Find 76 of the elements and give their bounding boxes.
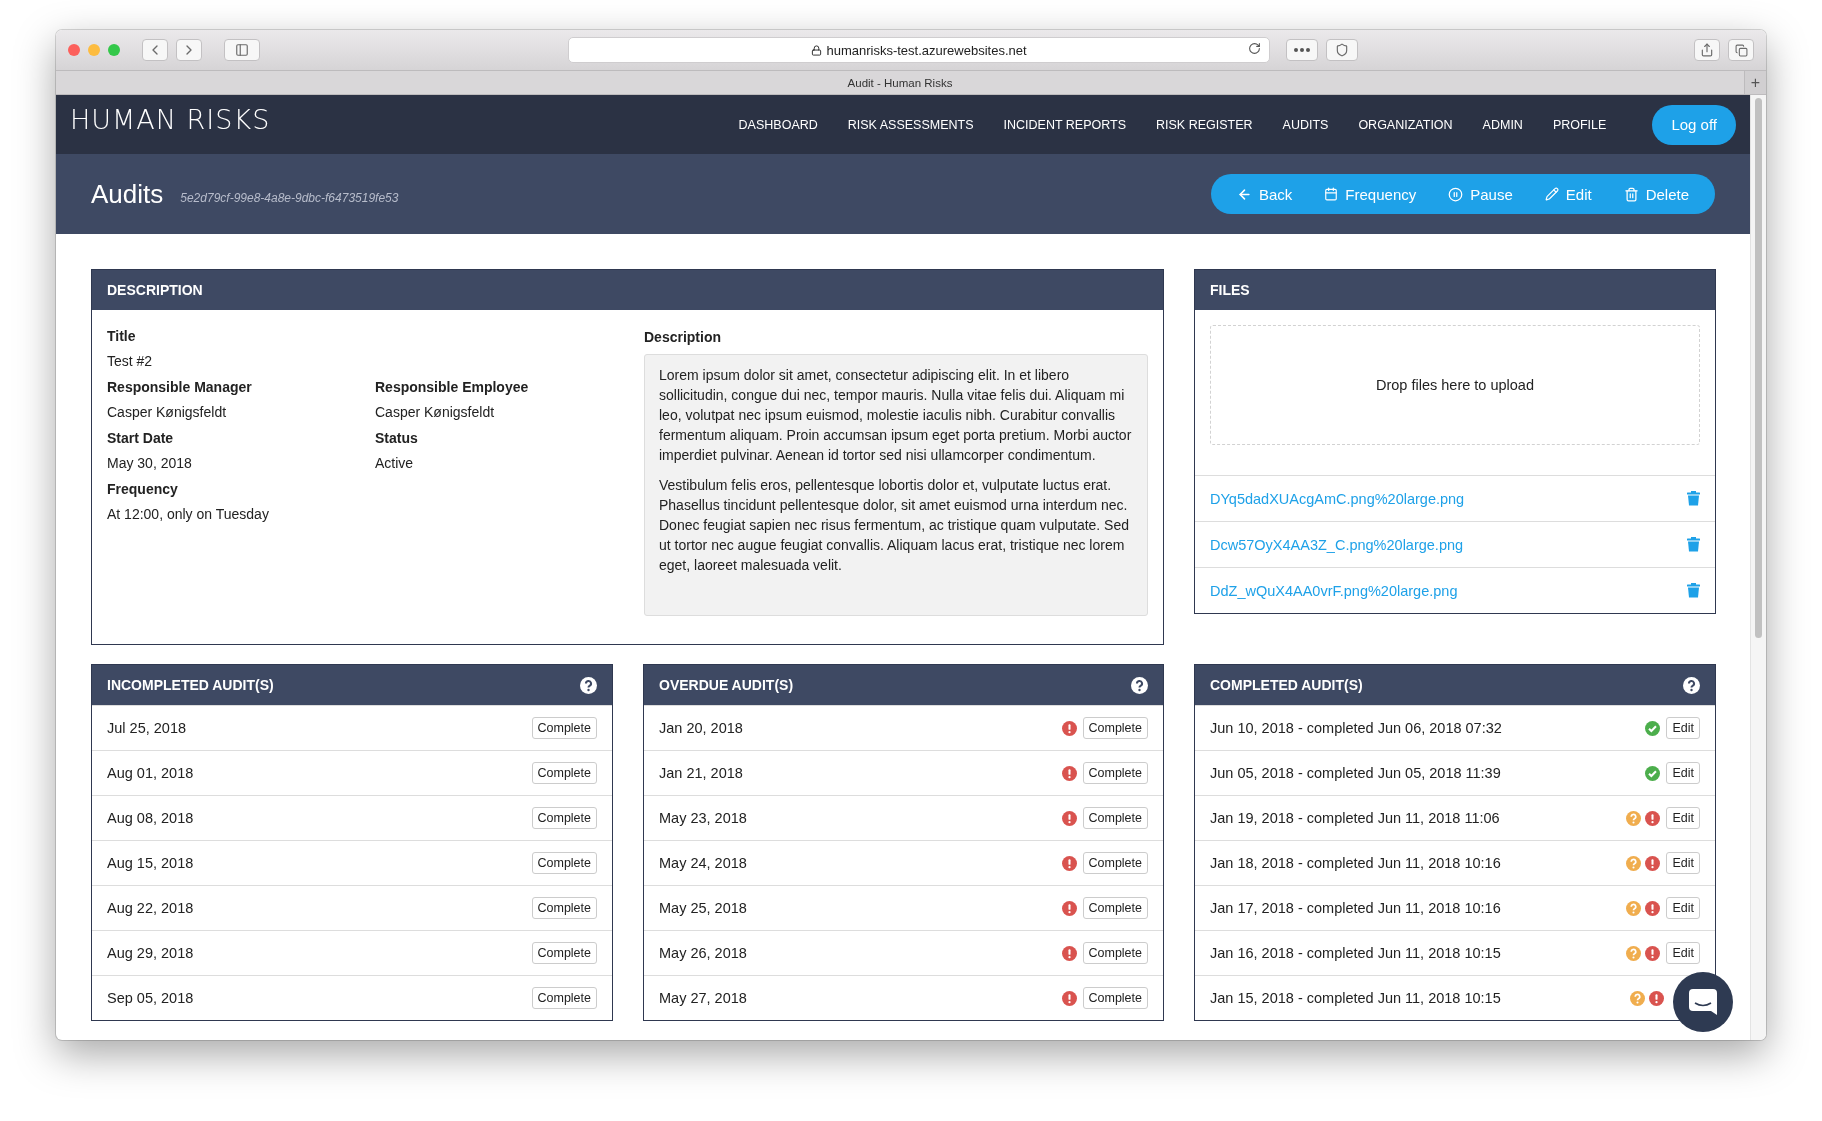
complete-button[interactable]: Complete bbox=[1082, 987, 1148, 1009]
audit-date: Jan 21, 2018 bbox=[659, 765, 743, 781]
nav-link[interactable]: ADMIN bbox=[1482, 117, 1523, 132]
nav-link[interactable]: ORGANIZATION bbox=[1358, 117, 1453, 132]
complete-button[interactable]: Complete bbox=[1082, 897, 1148, 919]
audit-date: May 24, 2018 bbox=[659, 855, 747, 871]
field-label: Title bbox=[107, 328, 137, 344]
audit-date: May 23, 2018 bbox=[659, 810, 747, 826]
field-label: Responsible Employee bbox=[375, 379, 530, 395]
complete-button[interactable]: Complete bbox=[531, 987, 597, 1009]
complete-button[interactable]: Complete bbox=[531, 762, 597, 784]
audit-date: Aug 01, 2018 bbox=[107, 765, 194, 781]
description-paragraph: Lorem ipsum dolor sit amet, consectetur adipiscing elit. In et libero sollicitudin, congue dui nec, tempor mauris. Nulla vitae felis dui. Aliquam mi leo, volutpat nec ipsum euismod, molestie iaculis nibh. Curabitur convallis fermentum aliquam. Proin accumsan ipsum eget porta pretium. Morbi auctor imperdiet pulvinar. Aenean id tortor sed nisi ullamcorper condimentum. bbox=[659, 366, 1133, 465]
nav-link[interactable]: RISK ASSESSMENTS bbox=[847, 117, 974, 132]
audit-date: May 26, 2018 bbox=[659, 945, 747, 961]
nav-link[interactable]: PROFILE bbox=[1552, 117, 1607, 132]
edit-button[interactable]: Edit bbox=[1666, 762, 1700, 784]
audit-date: Sep 05, 2018 bbox=[107, 990, 194, 1006]
complete-button[interactable]: Complete bbox=[1082, 717, 1148, 739]
nav-link[interactable]: DASHBOARD bbox=[738, 117, 818, 132]
panel-title: FILES bbox=[1210, 282, 1250, 298]
complete-button[interactable]: Complete bbox=[531, 852, 597, 874]
audit-date: May 27, 2018 bbox=[659, 990, 747, 1006]
nav-link[interactable]: INCIDENT REPORTS bbox=[1003, 117, 1126, 132]
complete-button[interactable]: Complete bbox=[531, 942, 597, 964]
panel-title: INCOMPLETED AUDIT(S) bbox=[107, 677, 274, 693]
complete-button[interactable]: Complete bbox=[1082, 762, 1148, 784]
panel-title: DESCRIPTION bbox=[107, 282, 203, 298]
edit-button[interactable]: Edit bbox=[1666, 852, 1700, 874]
nav-link[interactable]: AUDITS bbox=[1282, 117, 1329, 132]
edit-button[interactable]: Edit bbox=[1666, 807, 1700, 829]
complete-button[interactable]: Complete bbox=[531, 897, 597, 919]
complete-button[interactable]: Complete bbox=[1082, 942, 1148, 964]
field-value: Test #2 bbox=[107, 353, 154, 369]
field-label: Responsible Manager bbox=[107, 379, 253, 395]
field-label: Description bbox=[644, 329, 721, 345]
audit-date: Jan 20, 2018 bbox=[659, 720, 743, 736]
edit-button[interactable]: Edit bbox=[1666, 717, 1700, 739]
panel-title: COMPLETED AUDIT(S) bbox=[1210, 677, 1363, 693]
description-paragraph: Vestibulum felis eros, pellentesque lobortis dolor et, vulputate luctus erat. Phasellus tincidunt pellentesque dolor, sit amet euismod urna interdum nec. Donec feugiat sapien nec risus fermentum, ac tristique quam vulputate. Sed ut tortor nec augue feugiat convallis. Aliquam lacus erat, tristique nec lorem eget, laoreet malesuada velit. bbox=[659, 476, 1131, 575]
field-label: Start Date bbox=[107, 430, 175, 446]
field-value: May 30, 2018 bbox=[107, 455, 193, 471]
drop-zone[interactable]: Drop files here to upload bbox=[1210, 325, 1700, 445]
field-label: Status bbox=[375, 430, 419, 446]
complete-button[interactable]: Complete bbox=[1082, 852, 1148, 874]
page-title: Audits bbox=[91, 178, 164, 210]
field-value: Casper Kønigsfeldt bbox=[375, 404, 496, 420]
audit-date: Jan 19, 2018 - completed Jun 11, 2018 11:06 bbox=[1210, 810, 1500, 826]
audit-date: Aug 22, 2018 bbox=[107, 900, 194, 916]
audit-date: Jan 15, 2018 - completed Jun 11, 2018 10:15 bbox=[1210, 990, 1501, 1006]
tab-title[interactable]: Audit - Human Risks bbox=[56, 76, 1744, 89]
field-label: Frequency bbox=[107, 481, 179, 497]
field-value: Casper Kønigsfeldt bbox=[107, 404, 228, 420]
edit-button[interactable]: Edit bbox=[1666, 897, 1700, 919]
audit-date: Jul 25, 2018 bbox=[107, 720, 186, 736]
complete-button[interactable]: Complete bbox=[531, 807, 597, 829]
audit-date: Jan 17, 2018 - completed Jun 11, 2018 10:16 bbox=[1210, 900, 1501, 916]
complete-button[interactable]: Complete bbox=[1082, 807, 1148, 829]
field-value: Active bbox=[375, 455, 415, 471]
audit-date: Aug 08, 2018 bbox=[107, 810, 194, 826]
audit-date: Aug 29, 2018 bbox=[107, 945, 194, 961]
audit-date: May 25, 2018 bbox=[659, 900, 747, 916]
complete-button[interactable]: Complete bbox=[531, 717, 597, 739]
audit-id: 5e2d79cf-99e8-4a8e-9dbc-f6473519fe53 bbox=[180, 191, 399, 205]
audit-date: Jan 16, 2018 - completed Jun 11, 2018 10:15 bbox=[1210, 945, 1501, 961]
panel-title: OVERDUE AUDIT(S) bbox=[659, 677, 794, 693]
edit-button[interactable]: Edit bbox=[1666, 942, 1700, 964]
audit-date: Jun 05, 2018 - completed Jun 05, 2018 11:39 bbox=[1210, 765, 1501, 781]
logo[interactable]: HUMAN RISKS bbox=[70, 104, 271, 135]
address-bar[interactable]: humanrisks-test.azurewebsites.net bbox=[568, 37, 1270, 63]
field-value: At 12:00, only on Tuesday bbox=[107, 506, 270, 522]
audit-date: Jun 10, 2018 - completed Jun 06, 2018 07:32 bbox=[1210, 720, 1502, 736]
audit-date: Aug 15, 2018 bbox=[107, 855, 194, 871]
nav-link[interactable]: RISK REGISTER bbox=[1156, 117, 1253, 132]
audit-date: Jan 18, 2018 - completed Jun 11, 2018 10:16 bbox=[1210, 855, 1501, 871]
new-tab-button[interactable]: + bbox=[1744, 71, 1766, 94]
